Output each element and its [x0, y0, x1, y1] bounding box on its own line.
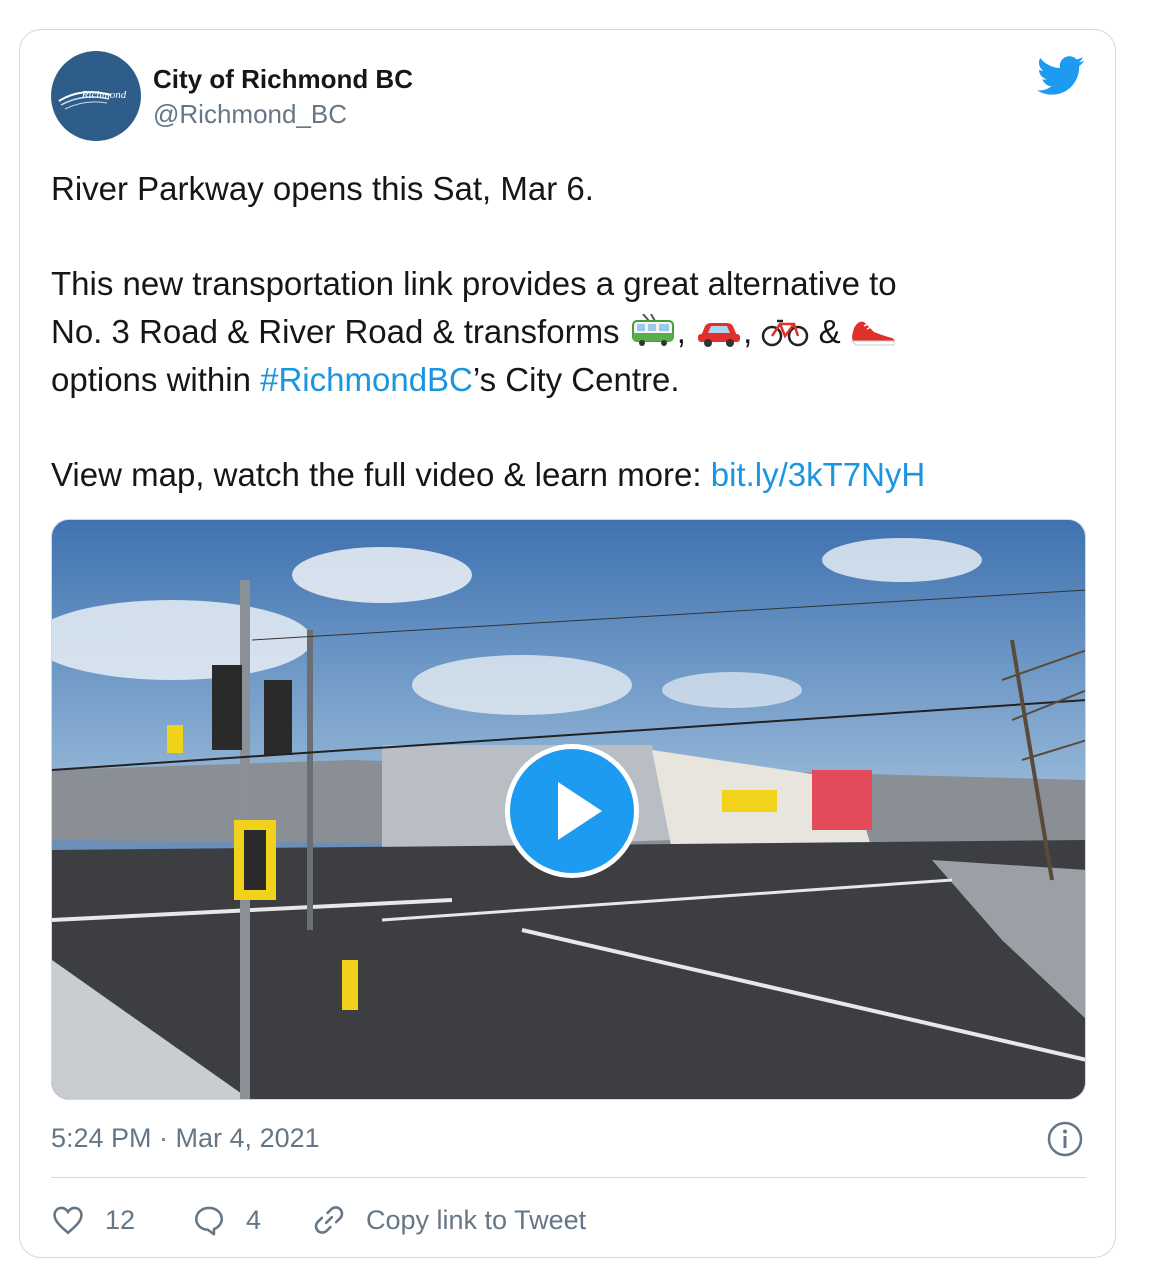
car-emoji	[698, 323, 741, 348]
tweet-text-ampersand: &	[818, 313, 841, 350]
tweet-text-line-1: River Parkway opens this Sat, Mar 6.	[51, 170, 594, 207]
divider	[51, 1177, 1086, 1178]
reply-count: 4	[246, 1204, 262, 1235]
reply-icon	[194, 1206, 224, 1236]
tweet-text-line-4: options within #RichmondBC’s City Centre…	[51, 360, 680, 400]
tweet-text-segment: options within	[51, 361, 261, 398]
reply-button[interactable]: 4	[192, 1200, 261, 1240]
tweet-text-line-3: No. 3 Road & River Road & transforms , ,…	[51, 312, 898, 352]
tweet-card: Richmond City of Richmond BC @Richmond_B…	[19, 29, 1116, 1258]
tweet-text-line-2: This new transportation link provides a …	[51, 265, 897, 302]
twitter-bird-icon[interactable]	[1036, 56, 1086, 96]
tweet-text-separator: ,	[743, 313, 753, 350]
url-link[interactable]: bit.ly/3kT7NyH	[711, 456, 926, 493]
tweet-text-segment: No. 3 Road & River Road & transforms	[51, 313, 620, 350]
copy-link-button[interactable]: Copy link to Tweet	[312, 1200, 586, 1240]
tweet-timestamp[interactable]: 5:24 PM · Mar 4, 2021	[51, 1123, 320, 1154]
play-icon	[558, 782, 602, 840]
like-count: 12	[105, 1204, 136, 1235]
link-icon	[314, 1206, 344, 1234]
bicycle-emoji	[762, 320, 809, 347]
tweet-text-line-5: View map, watch the full video & learn m…	[51, 455, 925, 495]
avatar[interactable]: Richmond	[51, 51, 141, 141]
tweet-text-segment: View map, watch the full video & learn m…	[51, 456, 711, 493]
video-player[interactable]	[51, 519, 1086, 1100]
tweet-text-separator: ,	[676, 313, 686, 350]
running-shoe-emoji	[850, 321, 895, 346]
info-icon[interactable]	[1046, 1120, 1084, 1158]
trolleybus-emoji	[631, 314, 674, 347]
copy-link-label: Copy link to Tweet	[366, 1204, 587, 1235]
hashtag-link[interactable]: #RichmondBC	[260, 361, 473, 398]
author-handle[interactable]: @Richmond_BC	[153, 99, 347, 130]
author-name[interactable]: City of Richmond BC	[153, 64, 413, 95]
like-button[interactable]: 12	[51, 1200, 135, 1240]
avatar-logo-text: Richmond	[81, 89, 127, 101]
play-button[interactable]	[505, 744, 639, 878]
tweet-text-segment: ’s City Centre.	[472, 361, 680, 398]
heart-icon	[53, 1206, 83, 1235]
